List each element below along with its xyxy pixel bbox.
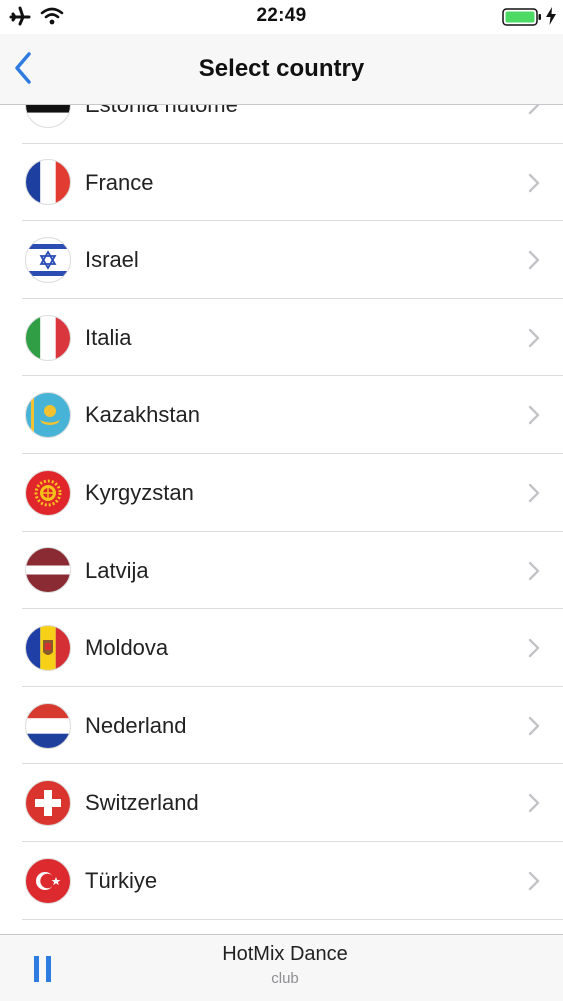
country-label: France: [85, 169, 154, 195]
kazakhstan-flag-icon: [25, 392, 71, 439]
page-title: Select country: [198, 55, 365, 82]
moldova-flag-icon: [25, 624, 71, 671]
country-label: Nederland: [85, 712, 187, 738]
country-label: Switzerland: [85, 790, 199, 816]
france-flag-icon: [25, 159, 71, 206]
chevron-right-icon: [528, 105, 540, 115]
chevron-right-icon: [528, 794, 540, 813]
list-item-france[interactable]: France: [0, 144, 563, 222]
country-label: Moldova: [85, 635, 169, 661]
chevron-right-icon: [528, 173, 540, 192]
country-label: Israel: [85, 247, 139, 273]
netherlands-flag-icon: [25, 702, 71, 749]
country-label: Estonia nutome: [85, 105, 238, 144]
list-item-estonia[interactable]: Estonia nutome: [0, 105, 563, 144]
italy-flag-icon: [25, 314, 71, 361]
list-item-kyrgyzstan[interactable]: Kyrgyzstan: [0, 454, 563, 532]
player-station-subtitle: club: [271, 970, 299, 987]
country-list[interactable]: Estonia nutome France: [0, 105, 563, 934]
chevron-right-icon: [528, 871, 540, 891]
list-item-nederland[interactable]: Nederland: [0, 687, 563, 765]
chevron-right-icon: [528, 483, 540, 503]
charging-bolt-icon: [546, 7, 556, 25]
list-item-italia[interactable]: Italia: [0, 299, 563, 377]
country-label: Kyrgyzstan: [85, 479, 194, 505]
list-item-switzerland[interactable]: Switzerland: [0, 764, 563, 842]
country-label: Italia: [85, 324, 132, 350]
turkey-flag-icon: [25, 857, 71, 904]
status-bar: 22:49: [0, 0, 563, 34]
estonia-flag-icon: [25, 105, 71, 128]
chevron-right-icon: [528, 406, 540, 425]
battery-icon: [502, 8, 541, 26]
list-item-moldova[interactable]: Moldova: [0, 609, 563, 687]
country-label: Türkiye: [85, 867, 158, 893]
list-item-kazakhstan[interactable]: Kazakhstan: [0, 376, 563, 454]
navigation-bar: Select country: [0, 34, 563, 105]
israel-flag-icon: [25, 236, 71, 283]
chevron-right-icon: [528, 250, 540, 270]
switzerland-flag-icon: [25, 780, 71, 827]
chevron-right-icon: [528, 328, 540, 347]
chevron-right-icon: [528, 638, 540, 658]
chevron-right-icon: [528, 716, 540, 735]
player-station-name: HotMix Dance: [222, 943, 348, 965]
list-item-latvija[interactable]: Latvija: [0, 532, 563, 610]
country-label: Latvija: [85, 557, 149, 583]
chevron-right-icon: [528, 561, 540, 580]
list-item-turkiye[interactable]: Türkiye: [0, 842, 563, 920]
country-label: Kazakhstan: [85, 402, 200, 428]
latvia-flag-icon: [25, 547, 71, 594]
mini-player[interactable]: HotMix Dance club: [0, 934, 563, 1001]
status-time: 22:49: [256, 5, 307, 26]
kyrgyzstan-flag-icon: [25, 469, 71, 516]
list-item-israel[interactable]: Israel: [0, 221, 563, 299]
